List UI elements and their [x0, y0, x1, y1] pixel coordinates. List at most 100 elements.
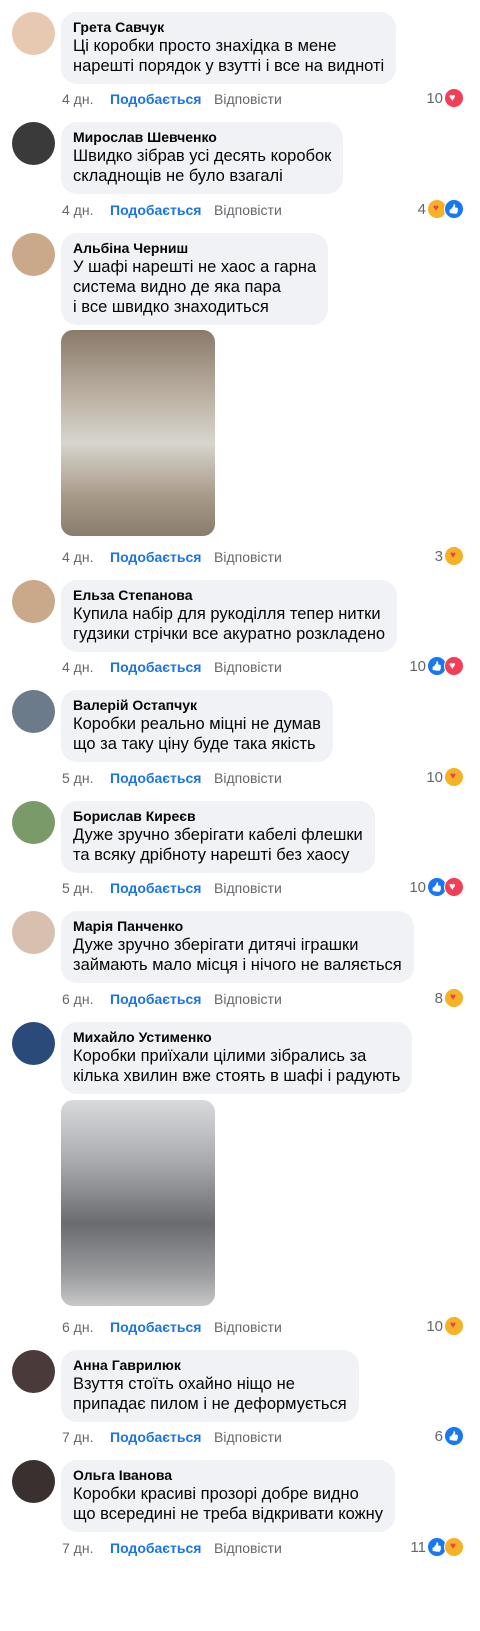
reply-button[interactable]: Відповісти	[214, 770, 282, 786]
comment-time[interactable]: 6 дн.	[62, 1319, 110, 1335]
reply-button[interactable]: Відповісти	[214, 91, 282, 107]
comment-time[interactable]: 5 дн.	[62, 880, 110, 896]
like-reaction-icon	[444, 199, 464, 219]
comment-time[interactable]: 4 дн.	[62, 202, 110, 218]
avatar[interactable]	[12, 580, 55, 623]
comment-text: Взуття стоїть охайно ніщо не припадає пи…	[73, 1375, 347, 1413]
commenter-name[interactable]: Мирослав Шевченко	[73, 129, 331, 146]
comment-text: Купила набір для рукоділля тепер нитки г…	[73, 605, 386, 643]
reply-button[interactable]: Відповісти	[214, 549, 282, 565]
comment-time[interactable]: 5 дн.	[62, 770, 110, 786]
comment-bubble: Марія Панченко Дуже зручно зберігати дит…	[61, 911, 414, 983]
stacked-shoe-boxes-photo[interactable]	[61, 1100, 215, 1306]
comment-actions: 4 дн. Подобається Відповісти	[62, 91, 282, 107]
care-reaction-icon	[444, 1537, 464, 1557]
like-button[interactable]: Подобається	[110, 1429, 214, 1445]
like-reaction-icon	[444, 1426, 464, 1446]
reactions-summary[interactable]: 6	[435, 1426, 464, 1446]
commenter-name[interactable]: Ольга Іванова	[73, 1467, 383, 1484]
commenter-name[interactable]: Марія Панченко	[73, 918, 402, 935]
reaction-count: 11	[410, 1538, 426, 1556]
comment-text: Коробки реально міцні не думав що за так…	[73, 715, 321, 753]
reactions-summary[interactable]: 10	[409, 656, 464, 676]
comment-actions: 6 дн. Подобається Відповісти	[62, 991, 282, 1007]
commenter-name[interactable]: Михайло Устименко	[73, 1029, 400, 1046]
care-reaction-icon	[444, 1316, 464, 1336]
heart-reaction-icon	[444, 88, 464, 108]
reactions-summary[interactable]: 10	[426, 88, 464, 108]
comment-bubble: Борислав Киреєв Дуже зручно зберігати ка…	[61, 801, 375, 873]
reactions-summary[interactable]: 8	[435, 988, 464, 1008]
reply-button[interactable]: Відповісти	[214, 1540, 282, 1556]
like-button[interactable]: Подобається	[110, 880, 214, 896]
boxes-in-room-photo[interactable]	[61, 330, 215, 536]
comment-bubble: Валерій Остапчук Коробки реально міцні н…	[61, 690, 333, 762]
comment-time[interactable]: 7 дн.	[62, 1540, 110, 1556]
heart-reaction-icon	[444, 877, 464, 897]
comment-time[interactable]: 6 дн.	[62, 991, 110, 1007]
reactions-summary[interactable]: 10	[426, 1316, 464, 1336]
reply-button[interactable]: Відповісти	[214, 202, 282, 218]
commenter-name[interactable]: Борислав Киреєв	[73, 808, 363, 825]
comment-bubble: Грета Савчук Ці коробки просто знахідка …	[61, 12, 397, 84]
avatar[interactable]	[12, 1022, 55, 1065]
reaction-count: 10	[426, 89, 443, 107]
reaction-count: 10	[409, 878, 426, 896]
commenter-name[interactable]: Грета Савчук	[73, 19, 384, 36]
comment-actions: 4 дн. Подобається Відповісти	[62, 659, 282, 675]
comment-time[interactable]: 4 дн.	[62, 659, 110, 675]
like-button[interactable]: Подобається	[110, 770, 214, 786]
comment-actions: 5 дн. Подобається Відповісти	[62, 770, 282, 786]
comment-bubble: Анна Гаврилюк Взуття стоїть охайно ніщо …	[61, 1350, 359, 1422]
commenter-name[interactable]: Альбіна Черниш	[73, 240, 316, 257]
reply-button[interactable]: Відповісти	[214, 991, 282, 1007]
like-button[interactable]: Подобається	[110, 1540, 214, 1556]
reactions-summary[interactable]: 11	[410, 1537, 464, 1557]
comment-text: Дуже зручно зберігати дитячі іграшки зай…	[73, 936, 402, 974]
reply-button[interactable]: Відповісти	[214, 1429, 282, 1445]
reply-button[interactable]: Відповісти	[214, 659, 282, 675]
like-button[interactable]: Подобається	[110, 659, 214, 675]
commenter-name[interactable]: Ельза Степанова	[73, 587, 385, 604]
avatar[interactable]	[12, 801, 55, 844]
reactions-summary[interactable]: 3	[435, 546, 464, 566]
avatar[interactable]	[12, 12, 55, 55]
avatar[interactable]	[12, 911, 55, 954]
comment-actions: 7 дн. Подобається Відповісти	[62, 1429, 282, 1445]
comment-bubble: Мирослав Шевченко Швидко зібрав усі деся…	[61, 122, 344, 194]
comment-actions: 5 дн. Подобається Відповісти	[62, 880, 282, 896]
like-button[interactable]: Подобається	[110, 91, 214, 107]
reaction-count: 10	[409, 657, 426, 675]
comment-bubble: Альбіна Черниш У шафі нарешті не хаос а …	[61, 233, 329, 325]
like-button[interactable]: Подобається	[110, 202, 214, 218]
commenter-name[interactable]: Анна Гаврилюк	[73, 1357, 347, 1374]
comment-text: У шафі нарешті не хаос а гарна система в…	[73, 258, 317, 316]
avatar[interactable]	[12, 1460, 55, 1503]
reactions-summary[interactable]: 10	[409, 877, 464, 897]
comment-text: Коробки красиві прозорі добре видно що в…	[73, 1485, 384, 1523]
heart-reaction-icon	[444, 656, 464, 676]
comment-time[interactable]: 4 дн.	[62, 91, 110, 107]
comment-time[interactable]: 7 дн.	[62, 1429, 110, 1445]
care-reaction-icon	[444, 767, 464, 787]
comment-actions: 7 дн. Подобається Відповісти	[62, 1540, 282, 1556]
comment-time[interactable]: 4 дн.	[62, 549, 110, 565]
avatar[interactable]	[12, 1350, 55, 1393]
commenter-name[interactable]: Валерій Остапчук	[73, 697, 321, 714]
avatar[interactable]	[12, 122, 55, 165]
like-button[interactable]: Подобається	[110, 549, 214, 565]
reply-button[interactable]: Відповісти	[214, 1319, 282, 1335]
reaction-count: 3	[434, 547, 443, 565]
avatar[interactable]	[12, 233, 55, 276]
comment-actions: 4 дн. Подобається Відповісти	[62, 549, 282, 565]
reaction-count: 6	[434, 1427, 443, 1445]
comment-text: Ці коробки просто знахідка в мене нарешт…	[73, 37, 385, 75]
like-button[interactable]: Подобається	[110, 1319, 214, 1335]
like-button[interactable]: Подобається	[110, 991, 214, 1007]
reactions-summary[interactable]: 4	[418, 199, 464, 219]
reaction-count: 10	[426, 1317, 443, 1335]
reactions-summary[interactable]: 10	[426, 767, 464, 787]
comment-text: Коробки приїхали цілими зібрались за кіл…	[73, 1047, 401, 1085]
reply-button[interactable]: Відповісти	[214, 880, 282, 896]
avatar[interactable]	[12, 690, 55, 733]
